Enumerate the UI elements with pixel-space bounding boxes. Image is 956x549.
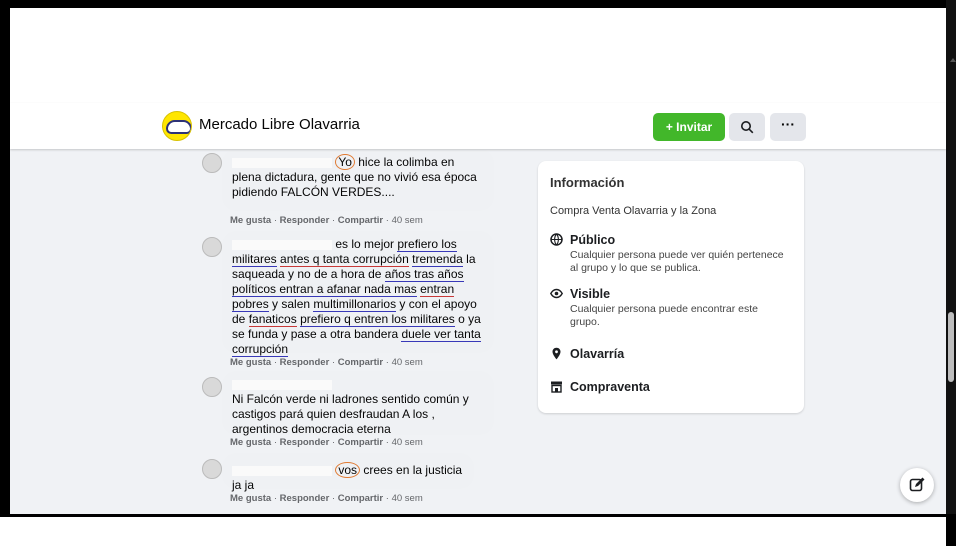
- store-icon: [550, 380, 563, 393]
- comment-text: es lo mejor prefiero los militares antes…: [232, 237, 481, 357]
- group-content: Yo hice la colimba en plena dictadura, g…: [10, 149, 946, 514]
- group-logo[interactable]: [162, 111, 192, 141]
- comment-avatar[interactable]: [202, 377, 222, 397]
- share-link[interactable]: Compartir: [338, 357, 383, 368]
- group-info-card: Información Compra Venta Olavarria y la …: [538, 161, 804, 413]
- screenshot-frame-top: [0, 0, 956, 8]
- share-link[interactable]: Compartir: [338, 493, 383, 504]
- comment-bubble: vos crees en la justicia ja ja: [222, 453, 474, 492]
- info-row-public: Público Cualquier persona puede ver quié…: [550, 233, 800, 277]
- reply-link[interactable]: Responder: [280, 357, 330, 368]
- eye-icon: [549, 287, 564, 300]
- comment-time[interactable]: 40 sem: [392, 215, 423, 226]
- comment-bubble: Yo hice la colimba en plena dictadura, g…: [222, 149, 494, 211]
- share-link[interactable]: Compartir: [338, 215, 383, 226]
- handshake-icon: [166, 120, 191, 134]
- search-button[interactable]: [729, 113, 765, 141]
- circled-word: Yo: [335, 154, 355, 170]
- info-row-subtitle: Cualquier persona puede ver quién perten…: [570, 249, 784, 274]
- like-link[interactable]: Me gusta: [230, 357, 271, 368]
- group-header: Mercado Libre Olavarria + Invitar ···: [10, 103, 946, 149]
- comment-bubble: Ni Falcón verde ni ladrones sentido comú…: [222, 371, 494, 436]
- compose-icon: [909, 477, 925, 492]
- comment-text: Ni Falcón verde ni ladrones sentido comú…: [232, 392, 469, 436]
- comment-time[interactable]: 40 sem: [392, 437, 423, 448]
- underlined-phrase: fanaticos: [248, 312, 297, 327]
- globe-icon: [550, 233, 563, 246]
- comment-text-fragment: es lo mejor: [335, 237, 398, 251]
- comment-bubble: es lo mejor prefiero los militares antes…: [222, 231, 494, 357]
- comment-time[interactable]: 40 sem: [392, 493, 423, 504]
- comment-avatar[interactable]: [202, 153, 222, 173]
- scroll-up-arrow-icon[interactable]: [950, 58, 956, 62]
- info-row-title: Público: [570, 233, 616, 247]
- info-row-visible: Visible Cualquier persona puede encontra…: [549, 287, 800, 331]
- underlined-phrase: entran: [420, 282, 455, 297]
- underlined-phrase: prefiero q entren los militares: [300, 312, 455, 327]
- info-row-title: Visible: [570, 287, 611, 301]
- comment-text-fragment: democracia eterna: [291, 422, 391, 436]
- like-link[interactable]: Me gusta: [230, 493, 271, 504]
- underlined-phrase: multimillonarios: [313, 297, 397, 312]
- info-row-title[interactable]: Compraventa: [570, 380, 650, 394]
- compose-button[interactable]: [900, 468, 934, 502]
- screenshot-frame-bottom: [0, 514, 956, 549]
- comment-text-fragment: y salen: [268, 297, 314, 311]
- info-row-category: Compraventa: [550, 380, 800, 398]
- scrollbar-thumb[interactable]: [948, 312, 954, 382]
- like-link[interactable]: Me gusta: [230, 215, 271, 226]
- comment-avatar[interactable]: [202, 237, 222, 257]
- share-link[interactable]: Compartir: [338, 437, 383, 448]
- page-top-blank: [10, 8, 946, 103]
- reply-link[interactable]: Responder: [280, 493, 330, 504]
- info-description: Compra Venta Olavarria y la Zona: [550, 205, 717, 217]
- invite-button[interactable]: + Invitar: [653, 113, 725, 141]
- group-title[interactable]: Mercado Libre Olavarria: [199, 116, 360, 133]
- info-row-location: Olavarría: [550, 347, 800, 365]
- comment-actions: Me gusta · Responder · Compartir · 40 se…: [230, 215, 423, 226]
- reply-link[interactable]: Responder: [280, 437, 330, 448]
- screenshot-frame-left: [0, 0, 10, 546]
- comment-author-redacted[interactable]: [232, 239, 332, 250]
- comment-actions: Me gusta · Responder · Compartir · 40 se…: [230, 493, 423, 504]
- info-title: Información: [550, 175, 625, 190]
- underlined-phrase: pobres: [232, 297, 269, 312]
- reply-link[interactable]: Responder: [280, 215, 330, 226]
- screenshot-frame-corner: [946, 514, 956, 546]
- comment-actions: Me gusta · Responder · Compartir · 40 se…: [230, 357, 423, 368]
- comment-avatar[interactable]: [202, 459, 222, 479]
- info-row-subtitle: Cualquier persona puede encontrar este g…: [570, 303, 758, 328]
- circled-word: vos: [335, 462, 361, 478]
- comment-author-redacted[interactable]: [232, 379, 332, 390]
- underlined-phrase: antes q tanta corrupción: [280, 252, 409, 267]
- window-scrollbar-track[interactable]: [946, 0, 956, 546]
- comment-actions: Me gusta · Responder · Compartir · 40 se…: [230, 437, 423, 448]
- search-icon: [741, 121, 754, 134]
- comment-author-redacted[interactable]: [232, 465, 332, 476]
- comment-time[interactable]: 40 sem: [392, 357, 423, 368]
- info-row-title[interactable]: Olavarría: [570, 347, 624, 361]
- like-link[interactable]: Me gusta: [230, 437, 271, 448]
- underlined-phrase: tremenda: [412, 252, 463, 267]
- location-pin-icon: [550, 347, 563, 360]
- more-options-button[interactable]: ···: [770, 113, 806, 141]
- comment-author-redacted[interactable]: [232, 157, 332, 168]
